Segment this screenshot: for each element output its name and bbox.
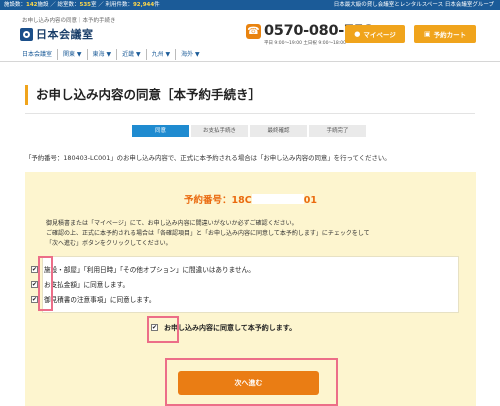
check-label-notes: 御見積書の注意事項」に同意します。: [44, 296, 156, 304]
instructions-line-2: ご確認の上、正式に本予約される場合は「各確認項目」と「お申し込み内容に同意して本…: [46, 230, 370, 237]
checkbox-details[interactable]: ✔: [31, 265, 38, 273]
cart-icon: ▣: [423, 30, 431, 38]
step-complete: 手続完了: [309, 125, 366, 137]
highlight-next-button: [165, 358, 338, 406]
intro-text: 「予約番号：180403-LC001」のお申し込み内容で、正式に本予約される場合…: [25, 154, 391, 162]
stats-label: 施設数：: [4, 2, 27, 8]
checkbox-notes[interactable]: ✔: [31, 295, 38, 303]
reservation-number: 予約番号：18C 01: [25, 192, 476, 206]
top-stats-bar: 施設数：142施設 ／ 総室数：535室 ／ 利用件数：92,944件 日本最大…: [0, 0, 500, 10]
mypage-link[interactable]: 「マイページ」: [88, 220, 130, 227]
highlight-agree-checkbox: [147, 316, 179, 343]
check-label-payment: お支払金額」に同意します。: [44, 281, 130, 289]
checkbox-payment[interactable]: ✔: [31, 280, 38, 288]
site-header: お申し込み内容の同意｜本予約手続き 日本会議室 ☎ 0570-080-758 平…: [0, 10, 500, 47]
step-agree: 同意: [132, 125, 189, 137]
usage-count: 92,944: [132, 2, 155, 8]
nav-divider: [0, 61, 500, 62]
instructions-line-1-rest: にて、お申し込み内容に間違いがないか必ずご確認ください。: [129, 220, 298, 227]
reservation-number-suffix: 01: [303, 195, 317, 206]
instructions-line-3: 「次へ進む」ボタンをクリックしてください。: [46, 240, 172, 247]
phone-icon: ☎: [246, 24, 261, 39]
cart-button[interactable]: ▣ 予約カート: [414, 25, 476, 43]
rooms-unit: 室 ／ 利用件数：: [90, 2, 133, 8]
rooms-count: 535: [79, 2, 91, 8]
progress-steps: 同意 お支払手続き 最終確認 手続完了: [132, 125, 368, 137]
nav-item-home[interactable]: 日本会議室: [20, 49, 57, 60]
phone-hours: 平日 9:00〜19:00 土日祝 9:00〜18:00: [264, 41, 346, 46]
check-row-details[interactable]: ✔ 施設・部屋」「利用日時」「その他オプション」に間違いはありません。: [31, 264, 255, 274]
highlight-checkboxes: [38, 256, 53, 311]
header-breadcrumb: お申し込み内容の同意｜本予約手続き: [22, 18, 116, 24]
page-title-block: お申し込み内容の同意［本予約手続き］: [25, 85, 261, 105]
instructions-line-1: 御見積書または「マイページ」にて、お申し込み内容に間違いがないか必ずご確認くださ…: [46, 219, 370, 229]
user-icon: ●: [354, 30, 361, 38]
instructions-or: または: [70, 220, 89, 227]
page-title: お申し込み内容の同意［本予約手続き］: [36, 87, 262, 102]
facilities-count: 142: [26, 2, 38, 8]
mypage-button[interactable]: ● マイページ: [345, 25, 405, 43]
site-logo[interactable]: 日本会議室: [20, 27, 94, 41]
site-tagline: 日本最大級の貸し会議室とレンタルスペース 日本会議室グループ: [333, 2, 494, 8]
nav-item-tokai[interactable]: 東海 ▼: [86, 49, 117, 60]
step-payment: お支払手続き: [191, 125, 248, 137]
logo-icon: [20, 27, 33, 41]
step-confirm: 最終確認: [250, 125, 307, 137]
check-label-details: 施設・部屋」「利用日時」「その他オプション」に間違いはありません。: [44, 266, 255, 274]
agree-label: お申し込み内容に同意して本予約します。: [164, 323, 297, 332]
title-divider: [25, 113, 475, 114]
usage-unit: 件: [154, 2, 160, 8]
reservation-number-mask: [251, 194, 304, 204]
instructions: 御見積書または「マイページ」にて、お申し込み内容に間違いがないか必ずご確認くださ…: [46, 219, 370, 249]
facilities-unit: 施設 ／ 総室数：: [37, 2, 80, 8]
nav-item-kyushu[interactable]: 九州 ▼: [145, 49, 176, 60]
logo-text: 日本会議室: [36, 28, 94, 41]
nav-item-overseas[interactable]: 海外 ▼: [175, 49, 205, 60]
nav-item-kinki[interactable]: 近畿 ▼: [116, 49, 146, 60]
region-nav: 日本会議室 関東 ▼ 東海 ▼ 近畿 ▼ 九州 ▼ 海外 ▼: [20, 49, 205, 60]
nav-item-kanto[interactable]: 関東 ▼: [57, 49, 87, 60]
site-stats: 施設数：142施設 ／ 総室数：535室 ／ 利用件数：92,944件: [4, 0, 160, 10]
reservation-number-prefix: 予約番号：18C: [184, 195, 252, 206]
quote-link[interactable]: 御見積書: [46, 220, 70, 227]
mypage-label: マイページ: [363, 31, 396, 39]
cart-label: 予約カート: [433, 31, 467, 39]
